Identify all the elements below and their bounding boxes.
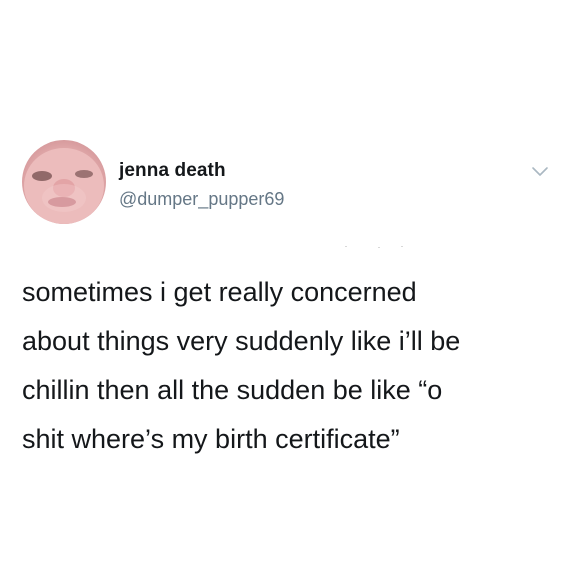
author-name[interactable]: jenna death [119,160,226,182]
image-artifact [378,247,380,248]
tweet-text-line: sometimes i get really concerned [22,277,417,307]
chevron-down-icon[interactable] [531,165,549,179]
tweet-text-line: about things very suddenly like i’ll be [22,326,461,356]
tweet-text: sometimes i get really concerned about t… [22,268,552,464]
tweet-text-line: chillin then all the sudden be like “o [22,375,443,405]
tweet-text-line: shit where’s my birth certificate” [22,424,400,454]
author-handle[interactable]: @dumper_pupper69 [119,189,284,210]
image-artifact [401,246,403,247]
image-artifact [345,246,347,247]
tweet-card: jenna death @dumper_pupper69 sometimes i… [0,0,575,563]
avatar-photo-icon [24,148,104,224]
avatar[interactable] [22,140,106,224]
